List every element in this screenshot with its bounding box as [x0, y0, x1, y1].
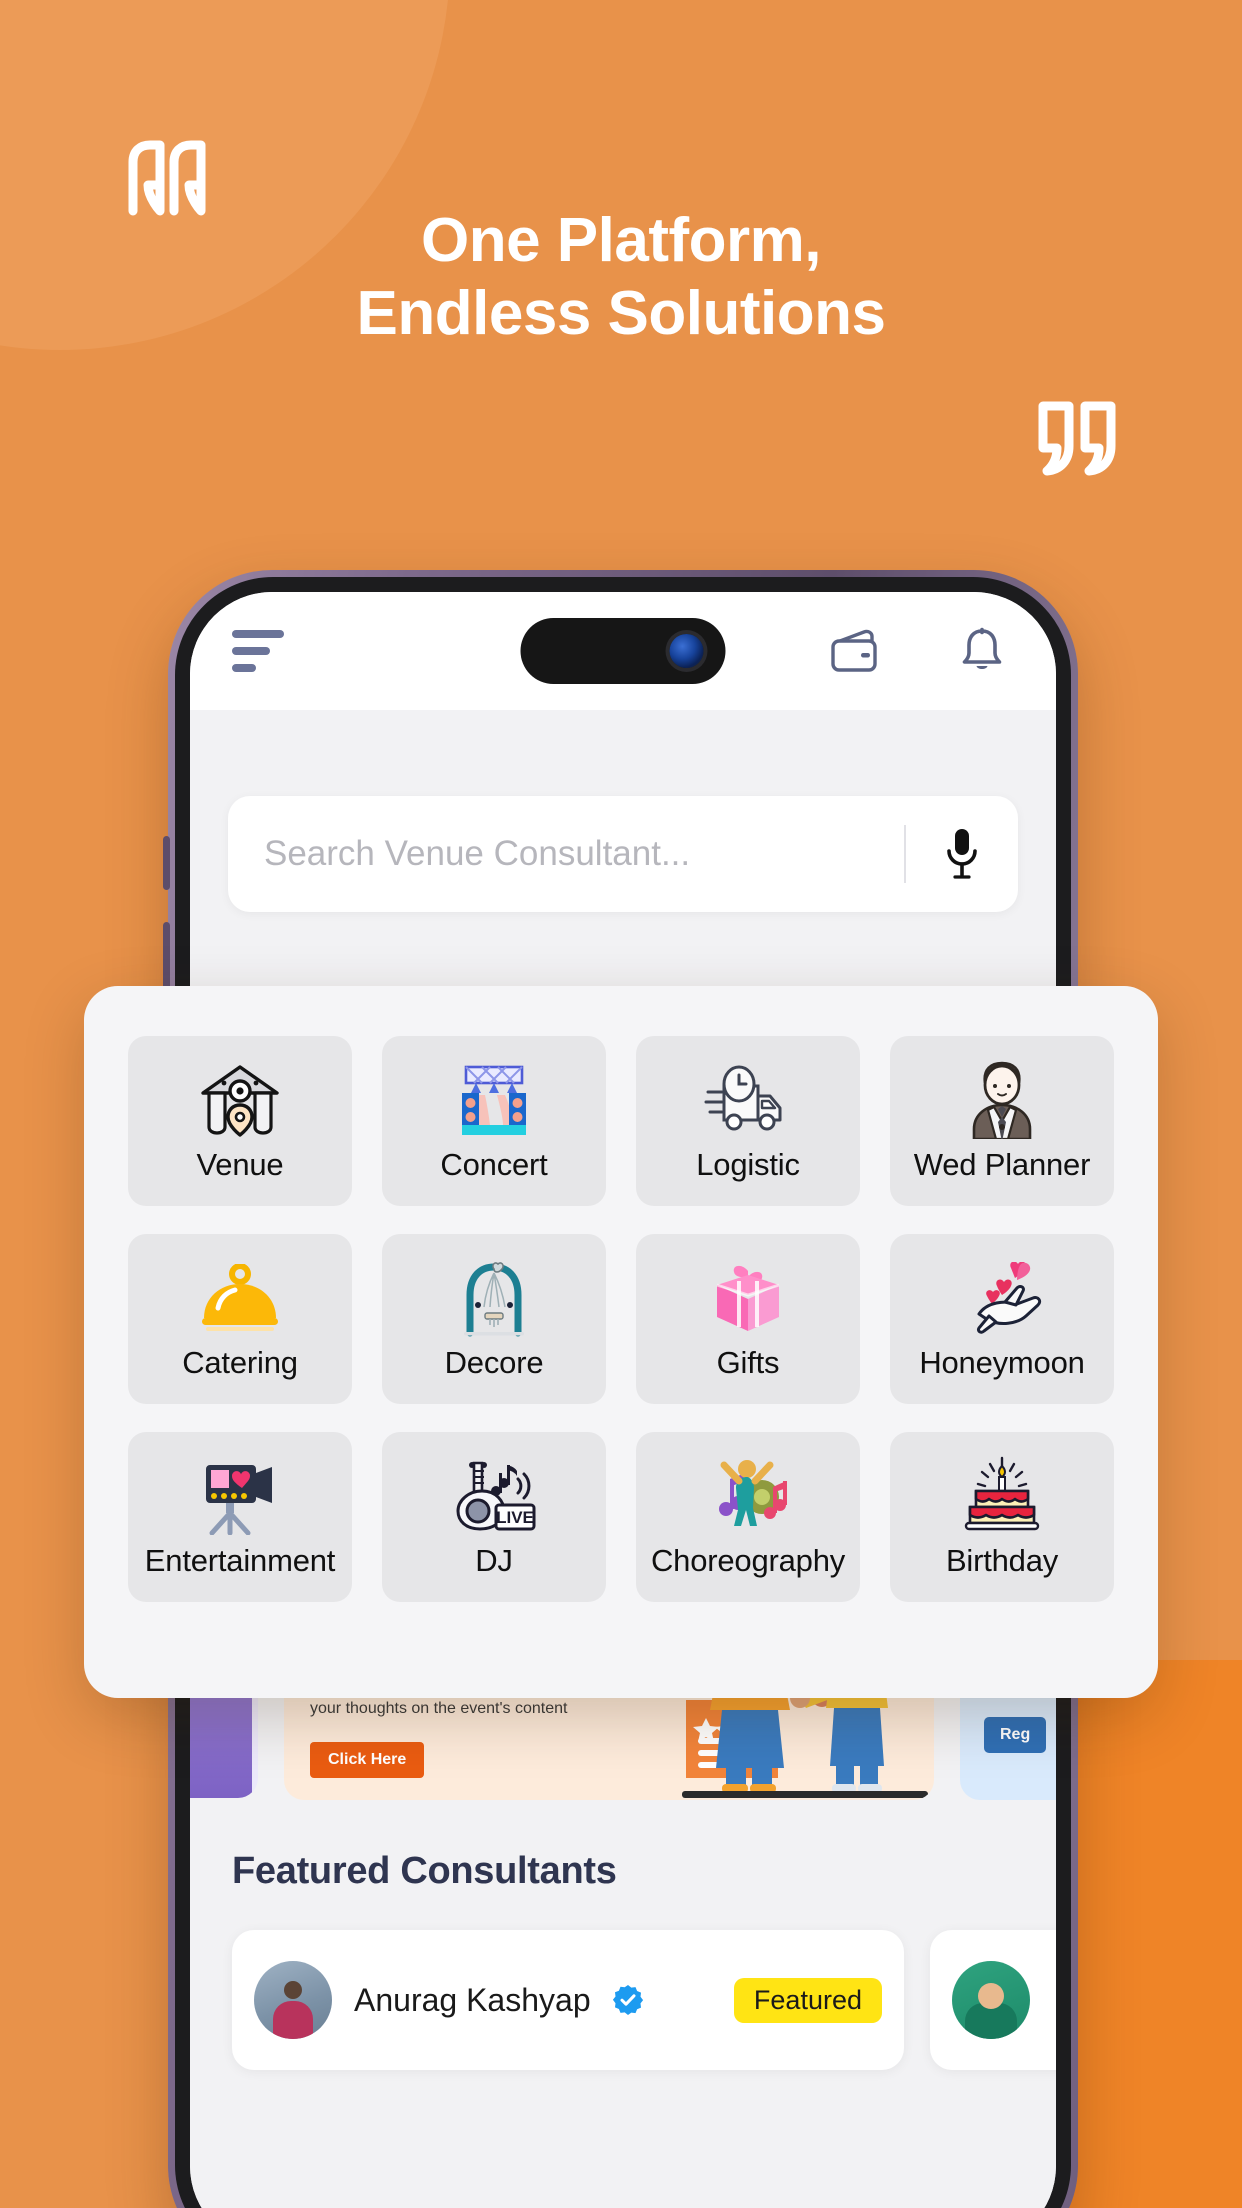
category-label: Wed Planner	[913, 1147, 1091, 1182]
avatar-body	[273, 2001, 313, 2039]
avatar	[254, 1961, 332, 2039]
catering-icon	[198, 1257, 282, 1339]
front-camera-icon	[669, 634, 704, 668]
quote-close-icon	[1033, 398, 1121, 478]
hamburger-line	[232, 630, 284, 638]
concert-icon	[452, 1059, 536, 1141]
category-tile-logistic[interactable]: Logistic	[636, 1036, 860, 1206]
category-tile-concert[interactable]: Concert	[382, 1036, 606, 1206]
search-input[interactable]	[228, 834, 904, 874]
entertainment-icon	[198, 1455, 282, 1537]
category-label: Birthday	[945, 1543, 1059, 1578]
phone-silent-switch	[163, 836, 170, 890]
consultant-card[interactable]	[930, 1930, 1056, 2070]
venue-icon	[199, 1059, 281, 1141]
avatar	[952, 1961, 1030, 2039]
category-label: Decore	[444, 1345, 544, 1380]
microphone-icon[interactable]	[906, 796, 1018, 912]
featured-consultants-heading: Featured Consultants	[232, 1850, 617, 1892]
category-tile-venue[interactable]: Venue	[128, 1036, 352, 1206]
category-label: Entertainment	[144, 1543, 336, 1578]
category-tile-catering[interactable]: Catering	[128, 1234, 352, 1404]
topbar-actions	[830, 627, 1004, 675]
category-label: Gifts	[716, 1345, 780, 1380]
category-overlay-panel: Venue Concert Logistic Wed Planner Cater…	[84, 986, 1158, 1698]
avatar-head	[978, 1983, 1004, 2009]
category-tile-honeymoon[interactable]: Honeymoon	[890, 1234, 1114, 1404]
feedback-cta-button[interactable]: Click Here	[310, 1741, 425, 1778]
headline-line-1: One Platform,	[420, 206, 822, 275]
category-tile-entertainment[interactable]: Entertainment	[128, 1432, 352, 1602]
verified-badge-icon	[612, 1985, 643, 2015]
category-tile-decore[interactable]: Decore	[382, 1234, 606, 1404]
category-label: Choreography	[650, 1543, 846, 1578]
category-tile-wed-planner[interactable]: Wed Planner	[890, 1036, 1114, 1206]
wedding-planner-icon	[964, 1059, 1040, 1141]
decore-icon	[458, 1257, 530, 1339]
category-label: Logistic	[696, 1147, 800, 1182]
dynamic-island	[520, 618, 726, 684]
category-tile-dj[interactable]: LIVE DJ	[382, 1432, 606, 1602]
feedback-subtitle-line2: your thoughts on the event's content	[310, 1699, 568, 1717]
birthday-icon	[962, 1455, 1042, 1537]
hamburger-menu-icon[interactable]	[232, 630, 284, 672]
choreography-icon	[706, 1455, 790, 1537]
hamburger-line	[232, 664, 256, 672]
category-grid: Venue Concert Logistic Wed Planner Cater…	[128, 1036, 1114, 1602]
hamburger-line	[232, 647, 270, 655]
category-label: Catering	[182, 1345, 298, 1380]
svg-text:LIVE: LIVE	[496, 1508, 534, 1527]
consultant-card[interactable]: Anurag Kashyap Featured	[232, 1930, 904, 2070]
category-tile-gifts[interactable]: Gifts	[636, 1234, 860, 1404]
headline-line-2: Endless Solutions	[356, 278, 886, 348]
category-tile-choreography[interactable]: Choreography	[636, 1432, 860, 1602]
bell-icon[interactable]	[960, 627, 1004, 675]
category-label: Honeymoon	[919, 1345, 1085, 1380]
featured-consultants-list: Anurag Kashyap Featured	[232, 1930, 1056, 2070]
search-section	[190, 710, 1056, 950]
category-label: Venue	[196, 1147, 284, 1182]
consultant-name: Anurag Kashyap	[354, 1981, 591, 2018]
promo-blue-cta-button[interactable]: Reg	[984, 1717, 1047, 1753]
category-tile-birthday[interactable]: Birthday	[890, 1432, 1114, 1602]
search-bar[interactable]	[228, 796, 1018, 912]
page-title: One Platform, Endless Solutions	[0, 205, 1242, 350]
honeymoon-icon	[959, 1257, 1045, 1339]
logistic-icon	[704, 1059, 792, 1141]
gift-icon	[709, 1257, 787, 1339]
category-label: Concert	[440, 1147, 548, 1182]
category-label: DJ	[475, 1543, 513, 1578]
wallet-icon[interactable]	[830, 629, 882, 673]
avatar-head	[284, 1981, 302, 1999]
dj-icon: LIVE	[452, 1455, 536, 1537]
status-badge: Featured	[733, 1977, 882, 2023]
